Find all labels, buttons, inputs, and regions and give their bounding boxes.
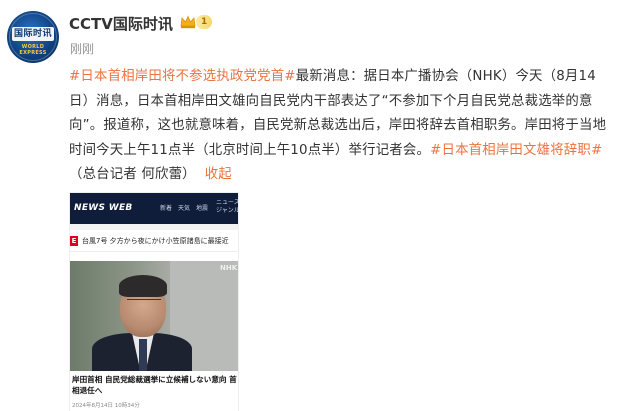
ticker-mark: E [70, 236, 78, 246]
nhk-header: NEWS WEB 新着 天気 地震 ニュース ジャンル [70, 193, 239, 224]
person-glasses [127, 299, 161, 307]
person-hair [119, 275, 167, 297]
post-body: #日本首相岸田将不参选执政党党首#最新消息：据日本广播协会（NHK）今天（8月1… [69, 65, 614, 188]
post-time[interactable]: 刚刚 [70, 40, 94, 57]
site-logo: NEWS WEB [74, 203, 133, 213]
article-meta: 2024年8月14日 10時34分 [72, 403, 140, 409]
photo-watermark: NHK [220, 264, 238, 272]
hashtag-link[interactable]: #日本首相岸田文雄将辞职# [430, 143, 602, 158]
ticker-text: 台風7号 夕方から夜にかけ小笠原諸島に最接近 [82, 237, 229, 245]
menu-item: 新着 [160, 205, 173, 212]
news-ticker: E 台風7号 夕方から夜にかけ小笠原諸島に最接近 [70, 230, 238, 252]
crown-icon [180, 15, 196, 29]
post-author-note: （总台记者 何欣蕾） [69, 167, 196, 182]
menu-item: 地震 [196, 205, 209, 212]
account-name[interactable]: CCTV国际时讯 [69, 13, 173, 34]
person-tie [139, 339, 147, 371]
avatar-subtitle: WORLD EXPRESS [19, 44, 47, 56]
avatar[interactable]: 国际时讯 WORLD EXPRESS [7, 11, 59, 63]
hashtag-link[interactable]: #日本首相岸田将不参选执政党党首# [69, 69, 296, 84]
spacer [70, 252, 238, 261]
post-image[interactable]: NEWS WEB 新着 天気 地震 ニュース ジャンル E 台風7号 夕方から夜… [69, 192, 239, 411]
news-photo: NHK [70, 261, 238, 371]
avatar-logo: 国际时讯 [12, 27, 54, 41]
menu-item: ニュース ジャンル [216, 199, 239, 214]
menu-item: 天気 [178, 205, 191, 212]
collapse-button[interactable]: 收起 [205, 167, 232, 182]
article-title: 岸田首相 自民党総裁選挙に立候補しない意向 首相退任へ [72, 375, 237, 395]
level-badge: 1 [196, 15, 213, 29]
article-caption: 岸田首相 自民党総裁選挙に立候補しない意向 首相退任へ 2024年8月14日 1… [70, 371, 238, 411]
